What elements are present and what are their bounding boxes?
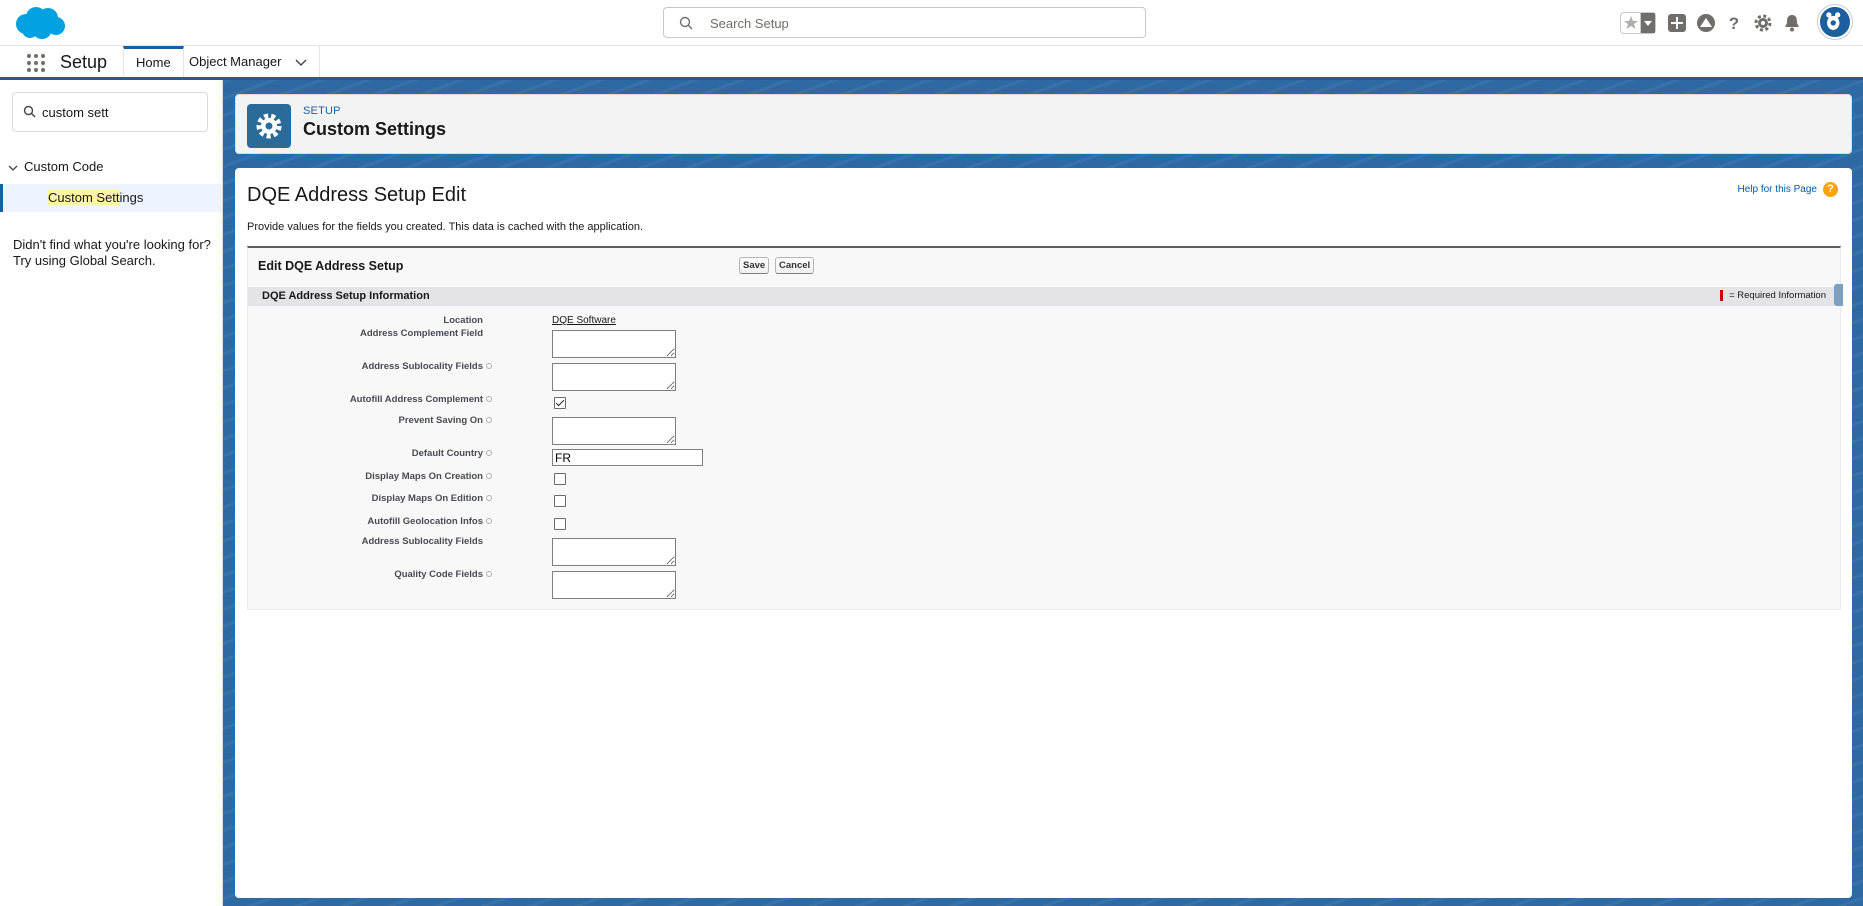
- settings-gear-icon: [247, 104, 291, 148]
- help-bubble-icon[interactable]: [486, 396, 492, 403]
- tree-leaf-label-rest: ings: [119, 190, 144, 205]
- global-search[interactable]: [663, 7, 1146, 38]
- breadcrumb[interactable]: SETUP: [303, 105, 341, 117]
- address-sublocality-fields-input[interactable]: [552, 363, 676, 391]
- help-link[interactable]: Help for this Page?: [1738, 182, 1838, 197]
- page-block: Edit DQE Address Setup Save Cancel DQE A…: [247, 246, 1843, 610]
- tree-node-custom-code[interactable]: Custom Code: [8, 159, 103, 174]
- not-found-message: Didn't find what you're looking for? Try…: [13, 237, 213, 269]
- trailhead-icon[interactable]: [1695, 12, 1717, 34]
- help-bubble-icon[interactable]: [486, 518, 492, 525]
- default-country-input[interactable]: [552, 449, 703, 466]
- tree-leaf-custom-settings[interactable]: Custom Settings: [0, 184, 222, 212]
- autofill-geolocation-infos-checkbox[interactable]: [554, 518, 566, 530]
- star-icon[interactable]: [1621, 13, 1641, 33]
- search-setup-input[interactable]: [710, 13, 1130, 33]
- field-label-text: Display Maps On Edition: [371, 493, 483, 504]
- required-legend-text: = Required Information: [1729, 290, 1826, 302]
- field-label-prevent-saving-on: Prevent Saving On: [399, 415, 492, 426]
- quality-code-fields-input[interactable]: [552, 571, 676, 599]
- help-icon[interactable]: ?: [1823, 182, 1838, 197]
- page-header: SETUP Custom Settings: [235, 94, 1852, 154]
- field-label-display-maps-on-edition: Display Maps On Edition: [372, 493, 492, 504]
- section-title: DQE Address Setup Information: [262, 290, 430, 302]
- help-link-label[interactable]: Help for this Page: [1738, 184, 1818, 195]
- field-label-address-complement: Address Complement Field: [360, 328, 483, 339]
- section-header: DQE Address Setup Information = Required…: [248, 284, 1843, 306]
- field-label-text: Location: [443, 315, 483, 326]
- tree-node-label: Custom Code: [24, 159, 104, 174]
- add-icon[interactable]: [1666, 12, 1688, 34]
- help-bubble-icon[interactable]: [486, 571, 492, 578]
- page-description: Provide values for the fields you create…: [247, 221, 644, 233]
- section-collapse-tab[interactable]: [1834, 284, 1843, 306]
- required-bar: [1720, 290, 1724, 301]
- not-found-line1: Didn't find what you're looking for?: [13, 237, 211, 252]
- not-found-line2: Try using Global Search.: [13, 253, 156, 268]
- field-label-text: Autofill Geolocation Infos: [367, 516, 483, 527]
- field-label-text: Address Complement Field: [360, 328, 483, 339]
- search-icon: [679, 16, 693, 30]
- app-nav-bar: Setup Home Object Manager: [0, 46, 1863, 80]
- help-bubble-icon[interactable]: [486, 363, 492, 370]
- bell-icon[interactable]: [1781, 12, 1803, 34]
- tab-home[interactable]: Home: [123, 46, 184, 77]
- quick-find-input[interactable]: [42, 103, 192, 121]
- cancel-button[interactable]: Cancel: [775, 257, 815, 274]
- field-label-address-sublocality-2: Address Sublocality Fields: [362, 536, 483, 547]
- block-title: Edit DQE Address Setup: [258, 259, 404, 273]
- prevent-saving-on-input[interactable]: [552, 417, 676, 445]
- address-sublocality-fields-2-input[interactable]: [552, 538, 676, 566]
- field-label-text: Display Maps On Creation: [365, 471, 483, 482]
- main-content: SETUP Custom Settings DQE Address Setup …: [223, 80, 1863, 906]
- address-complement-field-input[interactable]: [552, 330, 676, 358]
- quick-find[interactable]: [12, 92, 208, 132]
- global-header: ?: [0, 0, 1863, 46]
- record-title: DQE Address Setup Edit: [247, 184, 467, 206]
- help-bubble-icon[interactable]: [486, 495, 492, 502]
- search-match-highlight: Custom Sett: [48, 190, 120, 205]
- user-avatar[interactable]: [1818, 5, 1852, 39]
- help-icon[interactable]: ?: [1723, 12, 1745, 34]
- help-bubble-icon[interactable]: [486, 417, 492, 424]
- save-button[interactable]: Save: [739, 257, 770, 274]
- field-label-text: Autofill Address Complement: [349, 394, 483, 405]
- app-launcher-icon[interactable]: [26, 53, 46, 73]
- field-label-address-sublocality: Address Sublocality Fields: [362, 361, 492, 372]
- field-label-text: Quality Code Fields: [394, 569, 483, 580]
- help-bubble-icon[interactable]: [486, 473, 492, 480]
- tab-home-label: Home: [136, 55, 171, 70]
- help-bubble-icon[interactable]: [486, 450, 492, 457]
- field-label-autofill-geolocation-infos: Autofill Geolocation Infos: [367, 516, 492, 527]
- search-icon: [23, 105, 36, 118]
- field-label-text: Address Sublocality Fields: [361, 361, 483, 372]
- field-label-default-country: Default Country: [412, 448, 492, 459]
- tab-object-manager-label: Object Manager: [189, 54, 282, 69]
- required-legend: = Required Information: [1720, 290, 1826, 301]
- salesforce-cloud-logo[interactable]: [12, 6, 66, 40]
- field-label-text: Default Country: [411, 448, 483, 459]
- gear-icon[interactable]: [1752, 12, 1774, 34]
- favorites-dropdown[interactable]: [1641, 13, 1655, 33]
- display-maps-on-creation-checkbox[interactable]: [554, 473, 566, 485]
- display-maps-on-edition-checkbox[interactable]: [554, 495, 566, 507]
- autofill-address-complement-checkbox[interactable]: [554, 397, 566, 409]
- favorites-button[interactable]: [1620, 12, 1656, 34]
- chevron-down-icon[interactable]: [8, 163, 18, 173]
- chevron-down-icon[interactable]: [295, 59, 307, 67]
- setup-sidebar: Custom Code Custom Settings Didn't find …: [0, 80, 223, 906]
- app-name: Setup: [60, 52, 108, 72]
- svg-text:?: ?: [1729, 14, 1739, 33]
- field-label-quality-code-fields: Quality Code Fields: [394, 569, 492, 580]
- field-label-text: Address Sublocality Fields: [361, 536, 483, 547]
- tab-object-manager[interactable]: Object Manager: [177, 46, 321, 77]
- field-label-autofill-address-complement: Autofill Address Complement: [350, 394, 492, 405]
- location-link[interactable]: DQE Software: [552, 315, 616, 326]
- field-label-display-maps-on-creation: Display Maps On Creation: [365, 471, 492, 482]
- field-label-location: Location: [443, 315, 483, 326]
- page-title: Custom Settings: [303, 119, 447, 139]
- edit-card: DQE Address Setup Edit Help for this Pag…: [235, 168, 1852, 898]
- field-label-text: Prevent Saving On: [398, 415, 483, 426]
